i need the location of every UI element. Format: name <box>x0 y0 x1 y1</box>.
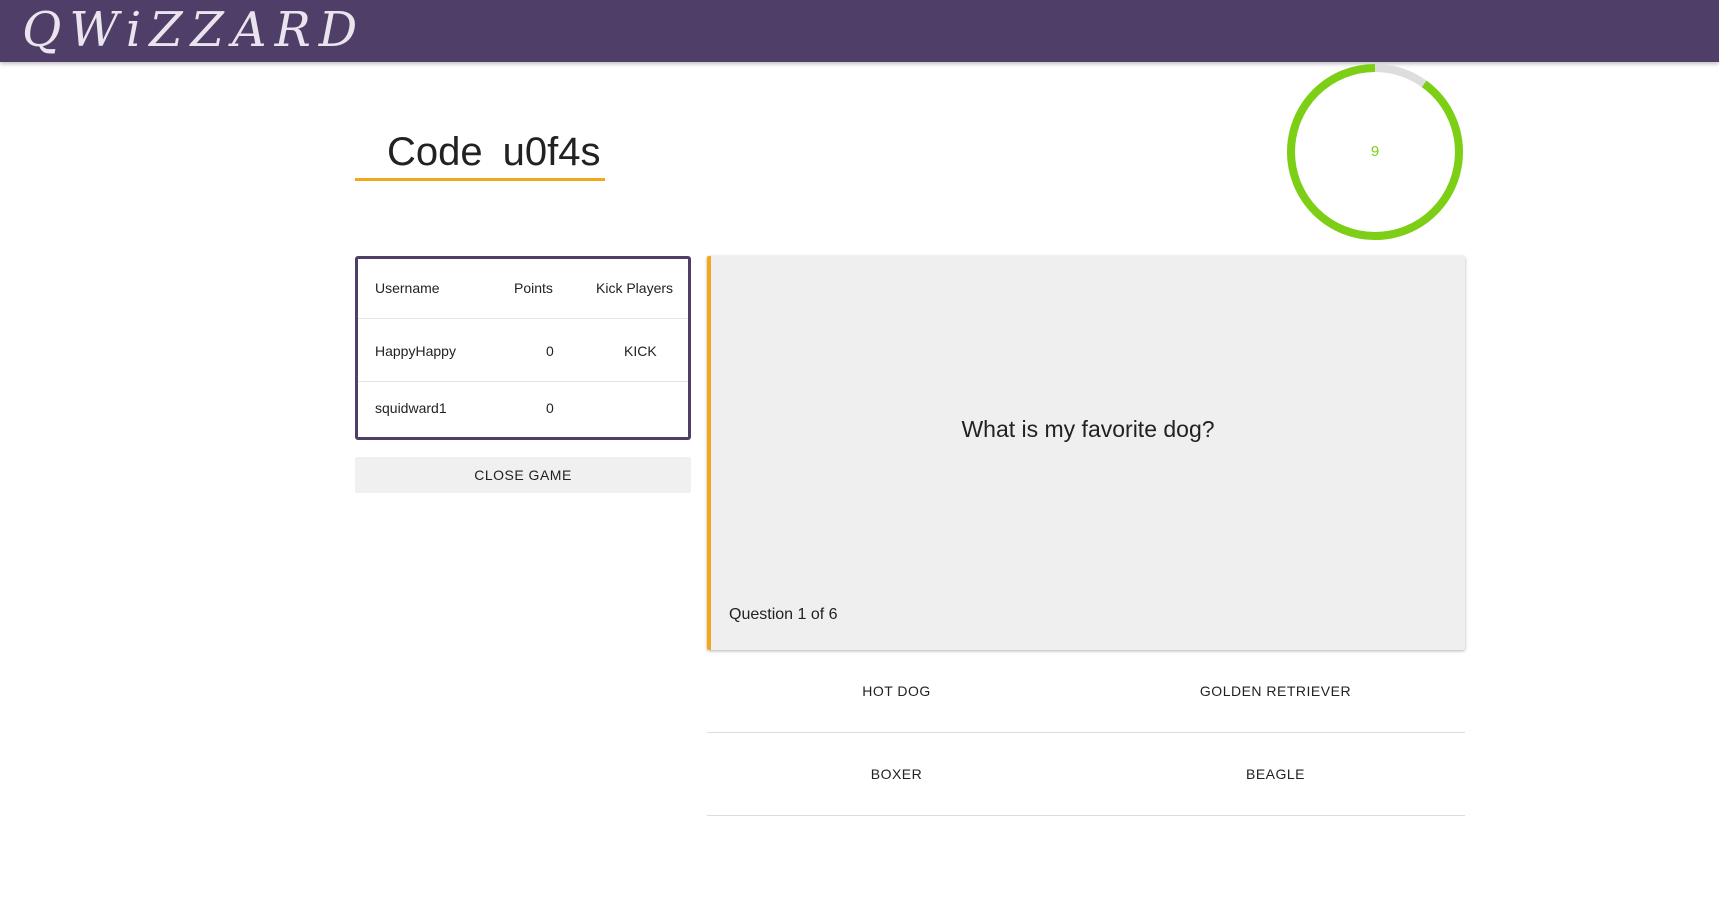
players-table: Username Points Kick Players HappyHappy … <box>355 256 691 440</box>
app-logo[interactable]: QWiZZARD <box>22 2 365 58</box>
game-code-value: u0f4s <box>502 130 601 174</box>
question-progress: Question 1 of 6 <box>729 606 838 623</box>
header-points: Points <box>514 280 553 296</box>
timer-seconds: 9 <box>1370 143 1380 160</box>
question-text: What is my favorite dog? <box>961 416 1215 442</box>
top-app-bar: QWiZZARD <box>0 0 1719 62</box>
game-code-heading: Code u0f4s <box>355 120 605 181</box>
answer-option-1[interactable]: HOT DOG <box>707 650 1086 732</box>
header-kick-players: Kick Players <box>596 280 674 296</box>
countdown-timer: 9 <box>1283 60 1467 244</box>
answer-divider <box>707 815 1465 816</box>
kick-player-button[interactable]: KICK <box>624 343 657 359</box>
answer-option-3[interactable]: BOXER <box>707 733 1086 815</box>
table-row: squidward1 0 <box>358 382 688 437</box>
player-username: squidward1 <box>375 400 447 416</box>
game-code-text: Code u0f4s <box>387 130 600 175</box>
answer-option-4[interactable]: BEAGLE <box>1086 733 1465 815</box>
answer-options: HOT DOG GOLDEN RETRIEVER BOXER BEAGLE <box>707 650 1465 816</box>
question-card: What is my favorite dog? Question 1 of 6 <box>707 256 1465 650</box>
player-points: 0 <box>546 400 554 416</box>
header-username: Username <box>375 280 440 296</box>
game-code-label: Code <box>387 130 483 174</box>
player-points: 0 <box>546 343 554 359</box>
player-username: HappyHappy <box>375 343 456 359</box>
table-row: HappyHappy 0 KICK <box>358 319 688 382</box>
close-game-button[interactable]: CLOSE GAME <box>355 457 691 493</box>
players-table-header: Username Points Kick Players <box>358 259 688 319</box>
answer-option-2[interactable]: GOLDEN RETRIEVER <box>1086 650 1465 732</box>
